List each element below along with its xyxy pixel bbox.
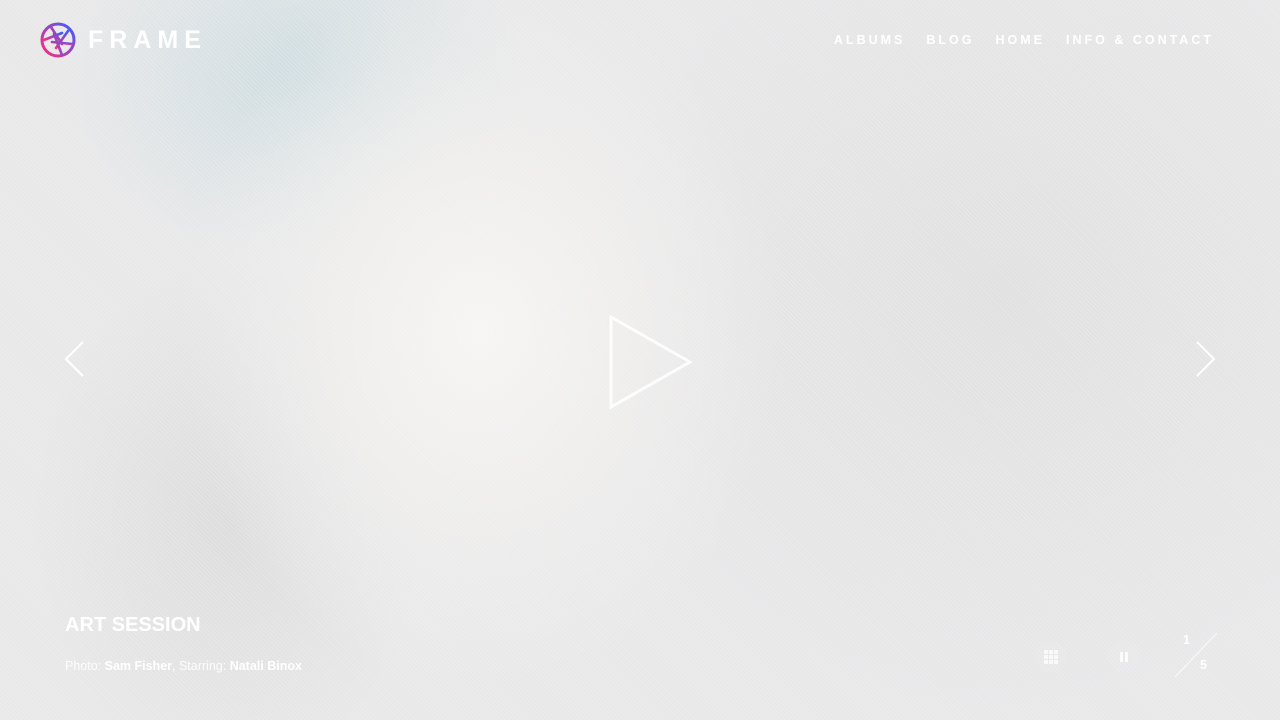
nav-item-info-contact[interactable]: INFO & CONTACT [1066,33,1214,47]
pause-icon [1120,652,1128,662]
slide-credits: Photo: Sam Fisher, Starring: Natali Bino… [65,659,302,673]
photo-label: Photo: [65,659,102,673]
pause-button[interactable] [1108,641,1140,673]
play-icon[interactable] [608,314,694,410]
model-name: Natali Binox [229,659,302,673]
current-slide-number: 1 [1183,633,1190,647]
chevron-left-icon[interactable] [63,340,85,378]
chevron-right-icon[interactable] [1195,340,1217,378]
slide-caption: ART SESSION Photo: Sam Fisher, Starring:… [65,614,302,673]
slide-title: ART SESSION [65,614,201,636]
photographer-name: Sam Fisher [104,659,173,673]
grid-icon [1044,650,1058,664]
site-logo-text: FRAME [88,25,207,54]
slide-counter: 1 5 [1170,630,1220,680]
site-logo[interactable]: FRAME [40,22,207,58]
main-navigation: ALBUMS BLOG HOME INFO & CONTACT [834,33,1214,47]
nav-item-home[interactable]: HOME [995,33,1045,47]
grid-view-button[interactable] [1035,641,1067,673]
counter-divider [1174,632,1218,678]
starring-label: , Starring: [172,659,227,673]
total-slide-number: 5 [1200,658,1207,672]
aperture-icon [40,22,76,58]
nav-item-albums[interactable]: ALBUMS [834,33,905,47]
nav-item-blog[interactable]: BLOG [926,33,974,47]
